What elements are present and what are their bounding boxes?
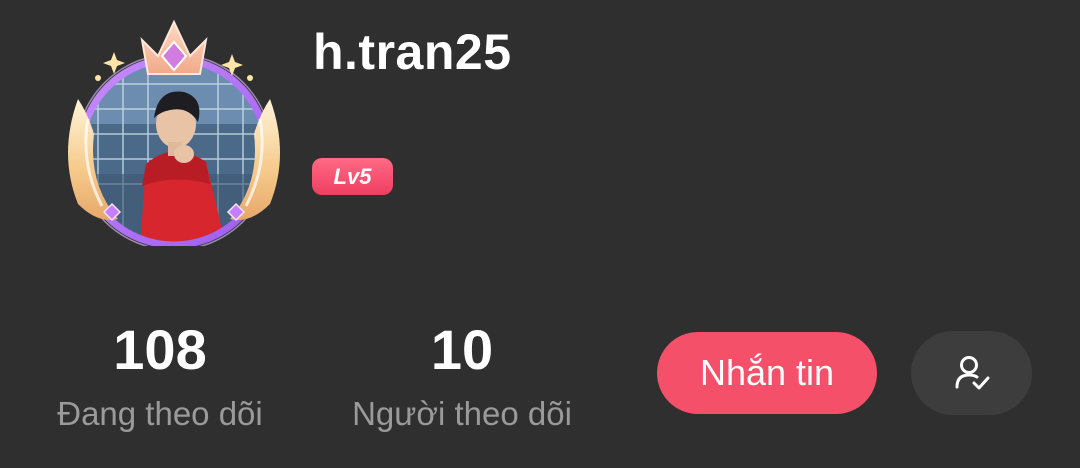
following-stat[interactable]: 108 Đang theo dõi <box>30 318 290 434</box>
following-count: 108 <box>113 318 207 381</box>
avatar[interactable] <box>58 14 290 246</box>
avatar-frame-icon <box>68 19 280 246</box>
message-button[interactable]: Nhắn tin <box>657 332 877 414</box>
following-label: Đang theo dõi <box>57 395 263 432</box>
followers-count: 10 <box>430 318 494 381</box>
followed-button[interactable] <box>911 331 1032 415</box>
username: h.tran25 <box>313 24 512 80</box>
followers-stat[interactable]: 10 Người theo dõi <box>332 318 592 434</box>
level-badge: Lv5 <box>312 158 393 195</box>
user-check-icon <box>955 356 989 390</box>
followers-label: Người theo dõi <box>352 395 572 432</box>
profile-header: h.tran25 Lv5 108 Đang theo dõi 10 Người … <box>0 0 1080 468</box>
